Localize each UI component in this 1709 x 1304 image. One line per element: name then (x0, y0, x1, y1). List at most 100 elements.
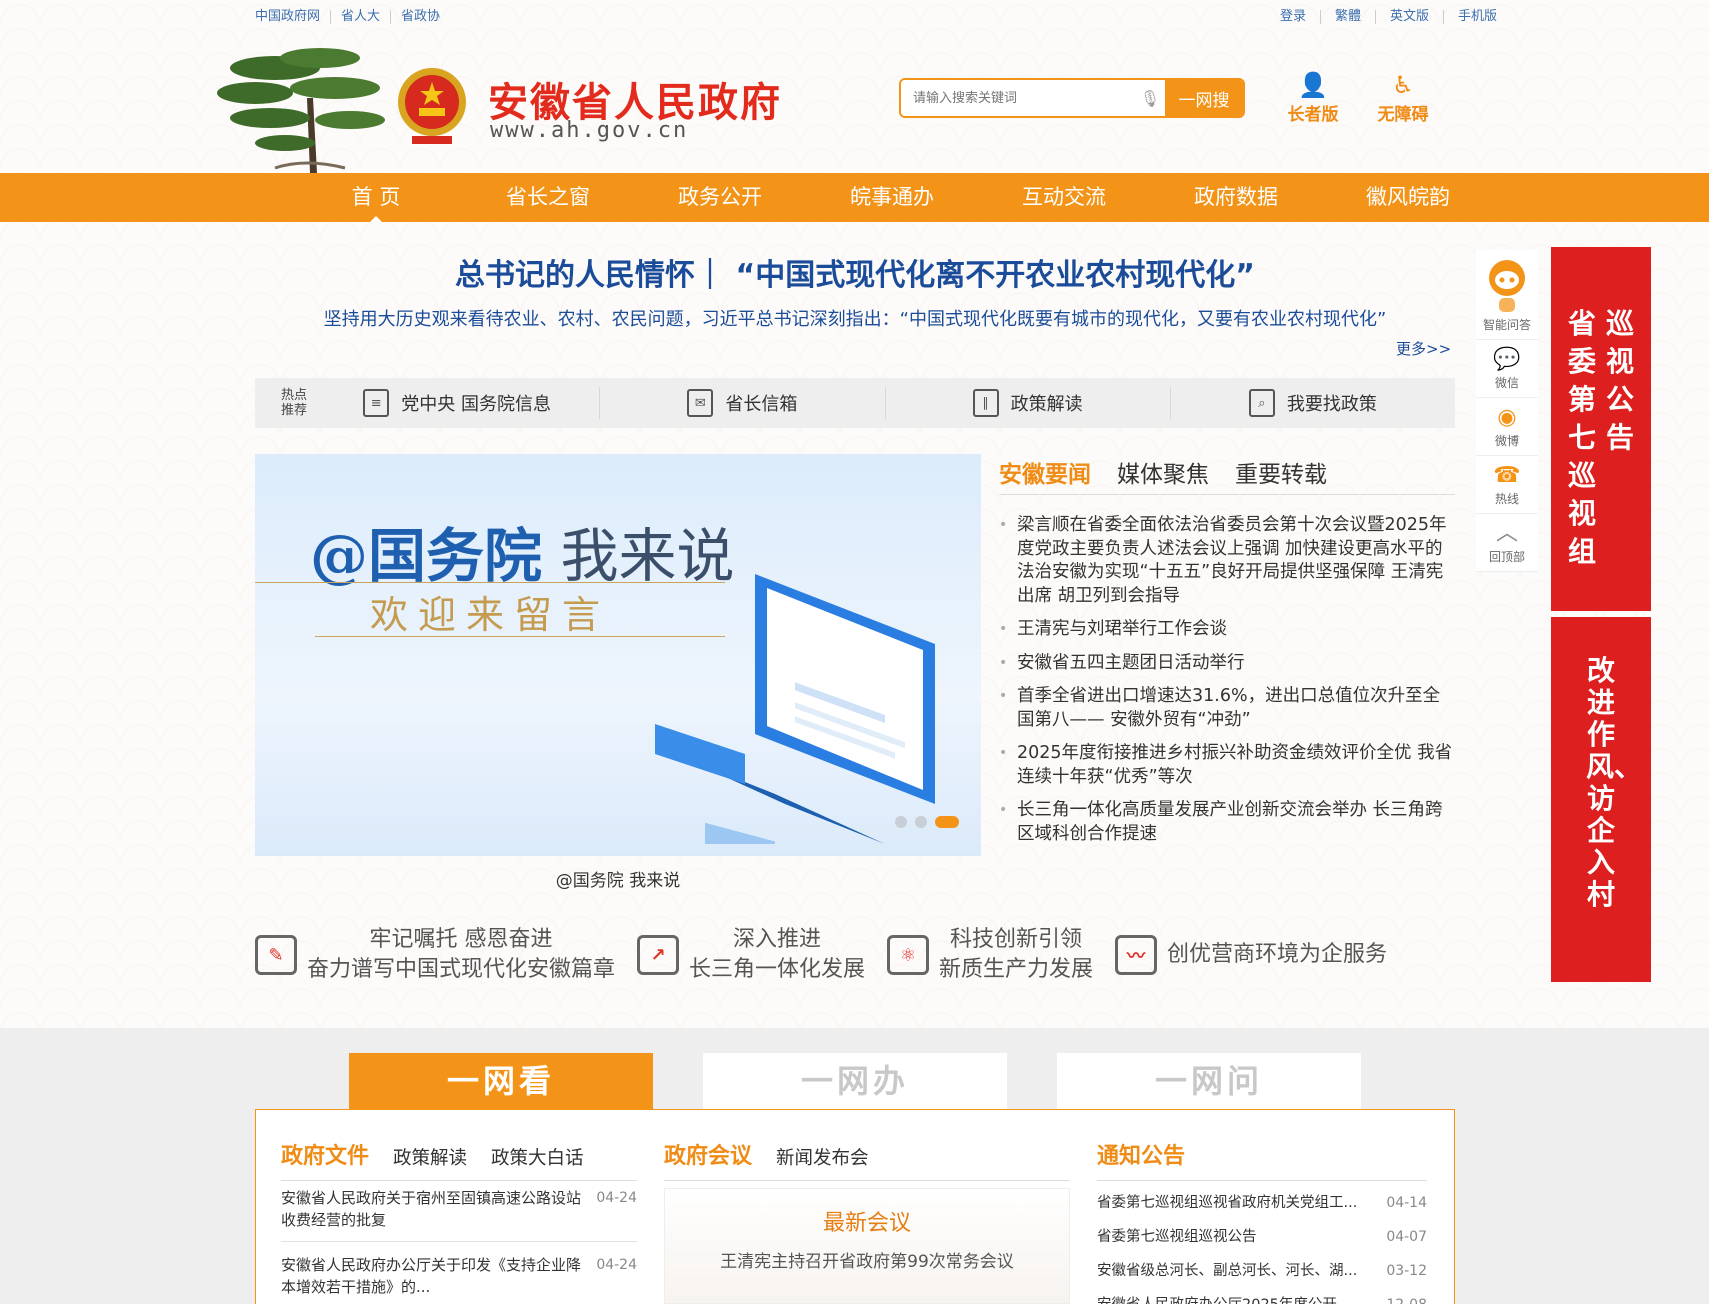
side-toolbar: 智能问答 💬 微信 ◉ 微博 ☎ 热线 ︿ 回顶部 (1476, 250, 1538, 572)
topic-text: 牢记嘱托 感恩奋进 奋力谱写中国式现代化安徽篇章 (307, 925, 615, 985)
latest-meeting-heading: 最新会议 (822, 1211, 911, 1236)
news-tabs: 安徽要闻 媒体聚焦 重要转载 (999, 455, 1327, 489)
notice-date: 04-07 (1386, 1229, 1427, 1245)
pine-tree-illustration (217, 48, 385, 173)
hot-item-find-policy[interactable]: ⌕ 我要找政策 (1171, 387, 1455, 419)
tab-media-focus[interactable]: 媒体聚焦 (1117, 455, 1209, 489)
news-item[interactable]: 2025年度衔接推进乡村振兴补助资金绩效评价全优 我省连续十年获“优秀”等次 (999, 742, 1455, 789)
elder-mode-button[interactable]: 👤 长者版 (1278, 70, 1348, 125)
notice-title: 安徽省人民政府办公厅2025年度公开... (1097, 1288, 1351, 1304)
news-item[interactable]: 首季全省进出口增速达31.6%，进出口总值位次升至全国第八—— 安徽外贸有“冲劲… (999, 685, 1455, 732)
topic-item[interactable]: ↗ 深入推进长三角一体化发展 (637, 925, 865, 985)
inspection-notice-banner[interactable]: 巡视公告 省委第七巡视组 (1551, 247, 1651, 611)
side-label: 回顶部 (1488, 550, 1525, 564)
tab-gov-meetings[interactable]: 政府会议 (664, 1138, 752, 1170)
search-button[interactable]: 一网搜 (1165, 80, 1243, 116)
tab-policy-interpretation[interactable]: 政策解读 (393, 1144, 467, 1170)
tab-reprints[interactable]: 重要转载 (1235, 455, 1327, 489)
carousel-dot[interactable] (895, 816, 907, 828)
tab-service[interactable]: 一网办 (703, 1053, 1007, 1109)
tab-press-conference[interactable]: 新闻发布会 (776, 1144, 869, 1170)
tab-policy-plain-talk[interactable]: 政策大白话 (491, 1144, 584, 1170)
tab-anhui-news[interactable]: 安徽要闻 (999, 455, 1091, 489)
tab-ask[interactable]: 一网问 (1057, 1053, 1361, 1109)
elder-mode-label: 长者版 (1287, 105, 1339, 125)
topic-text: 创优营商环境为企服务 (1167, 940, 1387, 970)
link-provincial-congress[interactable]: 省人大 (330, 10, 390, 24)
carousel-dot-active[interactable] (935, 816, 959, 828)
traditional-chinese-link[interactable]: 繁體 (1320, 10, 1375, 24)
notice-item[interactable]: 省委第七巡视组巡视公告 04-07 (1097, 1220, 1427, 1254)
news-item[interactable]: 梁言顺在省委全面依法治省委员会第十次会议暨2025年度党政主要负责人述法会议上强… (999, 514, 1455, 608)
tab-notices[interactable]: 通知公告 (1097, 1138, 1185, 1170)
news-item[interactable]: 王清宪与刘珺举行工作会谈 (999, 618, 1455, 642)
topic-item[interactable]: 〰 创优营商环境为企服务 (1115, 935, 1387, 975)
chevron-up-icon: ︿ (1495, 521, 1518, 546)
login-link[interactable]: 登录 (1266, 10, 1320, 24)
atom-icon: ⚛ (887, 935, 930, 975)
nav-services[interactable]: 皖事通办 (806, 173, 978, 222)
hot-recommend-bar: 热点 推荐 ≡ 党中央 国务院信息 ✉ 省长信箱 ∥ 政策解读 ⌕ 我要找政策 (255, 378, 1455, 428)
news-item[interactable]: 长三角一体化高质量发展产业创新交流会举办 长三角跨区域科创合作提速 (999, 799, 1455, 846)
tab-browse[interactable]: 一网看 (349, 1053, 653, 1117)
english-link[interactable]: 英文版 (1375, 10, 1443, 24)
document-item[interactable]: 安徽省人民政府办公厅关于印发《支持企业降本增效若干措施》的... 04-24 (281, 1252, 637, 1304)
topic-line1: 深入推进 (733, 927, 822, 952)
banner-caption[interactable]: @国务院 我来说 (255, 866, 981, 891)
hot-tag-line1: 热点 (281, 388, 308, 403)
accessibility-label: 无障碍 (1377, 105, 1429, 125)
more-link[interactable]: 更多>> (1396, 338, 1451, 359)
notice-item[interactable]: 省委第七巡视组巡视省政府机关党组工... 04-14 (1097, 1186, 1427, 1220)
news-item[interactable]: 安徽省五四主题团日活动举行 (999, 652, 1455, 676)
tab-gov-documents[interactable]: 政府文件 (281, 1138, 369, 1170)
notice-title: 省委第七巡视组巡视公告 (1097, 1229, 1257, 1245)
document-item[interactable]: 安徽省人民政府关于宿州至固镇高速公路设站收费经营的批复 04-24 (281, 1185, 637, 1242)
notice-item[interactable]: 安徽省人民政府办公厅2025年度公开... 12-08 (1097, 1288, 1427, 1304)
hot-item-governor-mailbox[interactable]: ✉ 省长信箱 (600, 387, 886, 419)
banner-headline-main: @国务院 (310, 522, 543, 590)
nav-governor[interactable]: 省长之窗 (462, 173, 634, 222)
headline-title[interactable]: 总书记的人民情怀｜ “中国式现代化离不开农业农村现代化” (255, 250, 1455, 294)
topic-strip: ✎ 牢记嘱托 感恩奋进 奋力谱写中国式现代化安徽篇章 ↗ 深入推进长三角一体化发展… (255, 925, 1455, 985)
microphone-icon[interactable]: 🎙 (1135, 80, 1165, 116)
link-cppcc[interactable]: 省政协 (390, 10, 450, 24)
search-input[interactable] (901, 80, 1135, 116)
carousel-dots (895, 816, 959, 828)
notice-item[interactable]: 安徽省级总河长、副总河长、河长、湖... 03-12 (1097, 1254, 1427, 1288)
side-hotline[interactable]: ☎ 热线 (1476, 456, 1538, 514)
hot-item-central-info[interactable]: ≡ 党中央 国务院信息 (315, 387, 601, 419)
topic-item[interactable]: ✎ 牢记嘱托 感恩奋进 奋力谱写中国式现代化安徽篇章 (255, 925, 615, 985)
accessibility-button[interactable]: ♿ 无障碍 (1368, 70, 1438, 125)
style-improvement-text: 改进作风、访企入村 (1586, 654, 1643, 911)
mobile-link[interactable]: 手机版 (1443, 10, 1511, 24)
latest-meeting-title: 王清宪主持召开省政府第99次常务会议 (720, 1252, 1014, 1272)
link-gov-cn[interactable]: 中国政府网 (255, 10, 330, 24)
notice-title: 省委第七巡视组巡视省政府机关党组工... (1097, 1195, 1358, 1211)
notice-date: 12-08 (1386, 1288, 1427, 1304)
headline-subtitle[interactable]: 坚持用大历史观来看待农业、农村、农民问题，习近平总书记深刻指出：“中国式现代化既… (255, 305, 1455, 331)
trend-chart-icon: ↗ (637, 935, 680, 975)
mailbox-icon: ✉ (687, 389, 714, 417)
nav-interaction[interactable]: 互动交流 (978, 173, 1150, 222)
topic-item[interactable]: ⚛ 科技创新引领 新质生产力发展 (887, 925, 1093, 985)
carousel-dot[interactable] (915, 816, 927, 828)
side-back-to-top[interactable]: ︿ 回顶部 (1476, 514, 1538, 572)
laptop-illustration (655, 574, 935, 844)
topic-line2: 长三角一体化发展 (689, 957, 866, 982)
latest-meeting-card[interactable]: 最新会议 王清宪主持召开省政府第99次常务会议 (664, 1188, 1070, 1304)
style-improvement-banner[interactable]: 改进作风、访企入村 (1551, 617, 1651, 982)
main-nav: 首 页 省长之窗 政务公开 皖事通办 互动交流 政府数据 徽风皖韵 (0, 173, 1709, 222)
nav-culture[interactable]: 徽风皖韵 (1322, 173, 1494, 222)
nav-home[interactable]: 首 页 (290, 173, 462, 222)
side-wechat[interactable]: 💬 微信 (1476, 340, 1538, 398)
nav-gov-data[interactable]: 政府数据 (1150, 173, 1322, 222)
side-ai-assistant[interactable]: 智能问答 (1476, 250, 1538, 340)
notice-date: 03-12 (1386, 1263, 1427, 1279)
top-right-links: 登录 繁體 英文版 手机版 (1266, 10, 1511, 24)
side-weibo[interactable]: ◉ 微博 (1476, 398, 1538, 456)
notice-tabs: 通知公告 (1097, 1138, 1427, 1181)
hot-item-policy-interpretation[interactable]: ∥ 政策解读 (886, 387, 1171, 419)
banner-carousel[interactable]: @国务院 我来说 欢迎来留言 (255, 454, 981, 856)
nav-open-affairs[interactable]: 政务公开 (634, 173, 806, 222)
topic-text: 科技创新引领 新质生产力发展 (939, 925, 1093, 985)
